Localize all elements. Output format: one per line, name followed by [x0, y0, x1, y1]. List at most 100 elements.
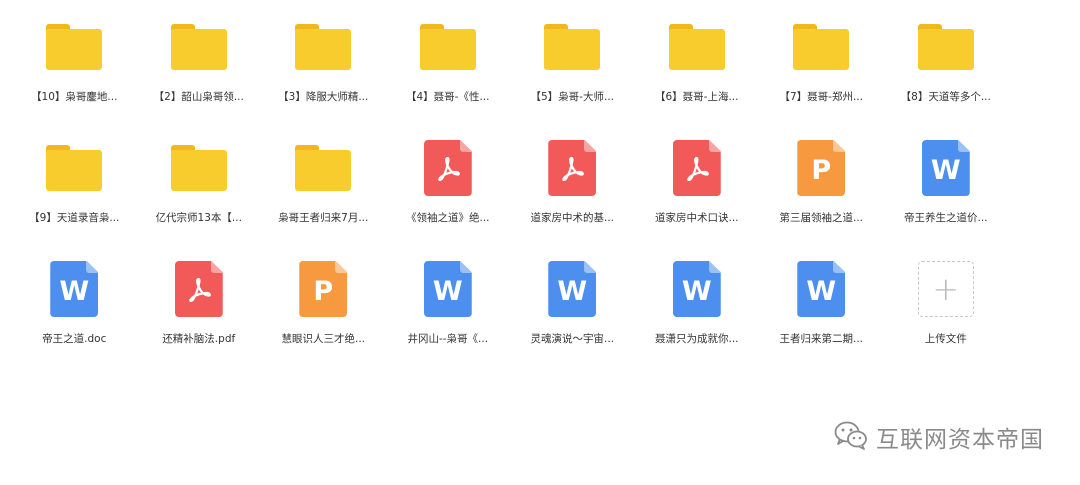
word-file-icon: W — [672, 261, 721, 317]
folder-icon — [170, 145, 227, 191]
folder-icon — [46, 145, 103, 191]
item-thumbnail — [539, 135, 605, 201]
item-thumbnail: W — [788, 256, 854, 322]
folder-icon — [793, 24, 850, 70]
file-item[interactable]: W 帝王养生之道价... — [884, 135, 1009, 256]
file-type-letter: P — [313, 275, 334, 307]
item-name: 【2】韶山枭哥领... — [153, 91, 244, 103]
item-thumbnail — [166, 14, 232, 80]
folder-icon — [544, 24, 601, 70]
file-item[interactable]: W 灵魂演说～宇宙... — [510, 256, 635, 377]
folder-item[interactable]: 【5】枭哥-大师... — [510, 14, 635, 135]
item-name: 道家房中术的基... — [530, 212, 614, 224]
folder-icon — [46, 24, 103, 70]
item-thumbnail — [41, 135, 107, 201]
pdf-symbol-icon — [186, 272, 212, 306]
item-thumbnail: W — [913, 135, 979, 201]
item-thumbnail — [415, 135, 481, 201]
item-name: 聂潇只为成就你... — [654, 333, 739, 345]
item-thumbnail: W — [664, 256, 730, 322]
folder-item[interactable]: 枭哥王者归来7月... — [261, 135, 386, 256]
item-name: 《领袖之道》绝... — [405, 212, 490, 224]
item-thumbnail — [913, 14, 979, 80]
word-file-icon: W — [548, 261, 597, 317]
item-thumbnail — [788, 14, 854, 80]
folder-icon — [419, 24, 476, 70]
file-type-letter: W — [557, 275, 588, 307]
item-name: 【6】聂哥-上海... — [655, 91, 739, 103]
item-thumbnail: W — [415, 256, 481, 322]
item-thumbnail — [290, 14, 356, 80]
folder-icon — [295, 145, 352, 191]
watermark-text: 互联网资本帝国 — [876, 427, 1044, 453]
folder-icon — [917, 24, 974, 70]
item-name: 帝王养生之道价... — [903, 212, 988, 224]
file-type-letter: W — [432, 275, 463, 307]
file-item[interactable]: P 第三届领袖之道... — [759, 135, 884, 256]
file-item[interactable]: P 慧眼识人三才绝... — [261, 256, 386, 377]
item-thumbnail: W — [41, 256, 107, 322]
ppt-file-icon: P — [299, 261, 348, 317]
ppt-file-icon: P — [797, 140, 846, 196]
item-thumbnail — [41, 14, 107, 80]
folder-item[interactable]: 【6】聂哥-上海... — [635, 14, 760, 135]
word-file-icon: W — [423, 261, 472, 317]
item-thumbnail — [415, 14, 481, 80]
file-item[interactable]: 道家房中术的基... — [510, 135, 635, 256]
item-name: 上传文件 — [924, 333, 967, 345]
folder-item[interactable]: 亿代宗师13本【... — [137, 135, 262, 256]
word-file-icon: W — [921, 140, 970, 196]
item-name: 还精补脑法.pdf — [162, 333, 236, 345]
watermark: 互联网资本帝国 — [834, 420, 1044, 454]
word-file-icon: W — [797, 261, 846, 317]
item-thumbnail: + — [913, 256, 979, 322]
pdf-symbol-icon — [559, 151, 585, 185]
item-thumbnail — [290, 135, 356, 201]
pdf-symbol-icon — [684, 151, 710, 185]
file-type-letter: P — [811, 154, 832, 186]
folder-icon — [668, 24, 725, 70]
item-name: 亿代宗师13本【... — [155, 212, 242, 224]
file-type-letter: W — [681, 275, 712, 307]
file-item[interactable]: W 井冈山--枭哥《... — [386, 256, 511, 377]
item-name: 帝王之道.doc — [42, 333, 107, 345]
folder-icon — [295, 24, 352, 70]
pdf-file-icon — [672, 140, 721, 196]
item-name: 灵魂演说～宇宙... — [530, 333, 614, 345]
file-type-letter: W — [806, 275, 837, 307]
item-name: 第三届领袖之道... — [779, 212, 863, 224]
pdf-file-icon — [174, 261, 223, 317]
word-file-icon: W — [50, 261, 99, 317]
pdf-file-icon — [548, 140, 597, 196]
pdf-symbol-icon — [435, 151, 461, 185]
item-thumbnail: P — [788, 135, 854, 201]
item-name: 【8】天道等多个... — [900, 91, 991, 103]
file-item[interactable]: W 聂潇只为成就你... — [635, 256, 760, 377]
file-type-letter: W — [930, 154, 961, 186]
folder-icon — [170, 24, 227, 70]
item-name: 【4】聂哥-《性... — [406, 91, 490, 103]
folder-item[interactable]: 【8】天道等多个... — [884, 14, 1009, 135]
item-name: 慧眼识人三才绝... — [281, 333, 365, 345]
item-name: 【7】聂哥-郑州... — [779, 91, 863, 103]
item-thumbnail — [166, 135, 232, 201]
file-item[interactable]: 还精补脑法.pdf — [137, 256, 262, 377]
item-thumbnail — [664, 135, 730, 201]
folder-item[interactable]: 【4】聂哥-《性... — [386, 14, 511, 135]
folder-item[interactable]: 【3】降服大师精... — [261, 14, 386, 135]
item-name: 【10】枭哥鏖地... — [31, 91, 118, 103]
folder-item[interactable]: 【9】天道录音枭... — [12, 135, 137, 256]
file-item[interactable]: W 王者归来第二期... — [759, 256, 884, 377]
folder-item[interactable]: 【7】聂哥-郑州... — [759, 14, 884, 135]
file-item[interactable]: 道家房中术口诀... — [635, 135, 760, 256]
item-name: 王者归来第二期... — [779, 333, 863, 345]
item-name: 枭哥王者归来7月... — [278, 212, 369, 224]
folder-item[interactable]: 【10】枭哥鏖地... — [12, 14, 137, 135]
file-item[interactable]: 《领袖之道》绝... — [386, 135, 511, 256]
item-name: 道家房中术口诀... — [654, 212, 739, 224]
folder-item[interactable]: 【2】韶山枭哥领... — [137, 14, 262, 135]
upload-file-button[interactable]: + 上传文件 — [884, 256, 1009, 377]
item-thumbnail — [664, 14, 730, 80]
item-thumbnail: P — [290, 256, 356, 322]
file-item[interactable]: W 帝王之道.doc — [12, 256, 137, 377]
